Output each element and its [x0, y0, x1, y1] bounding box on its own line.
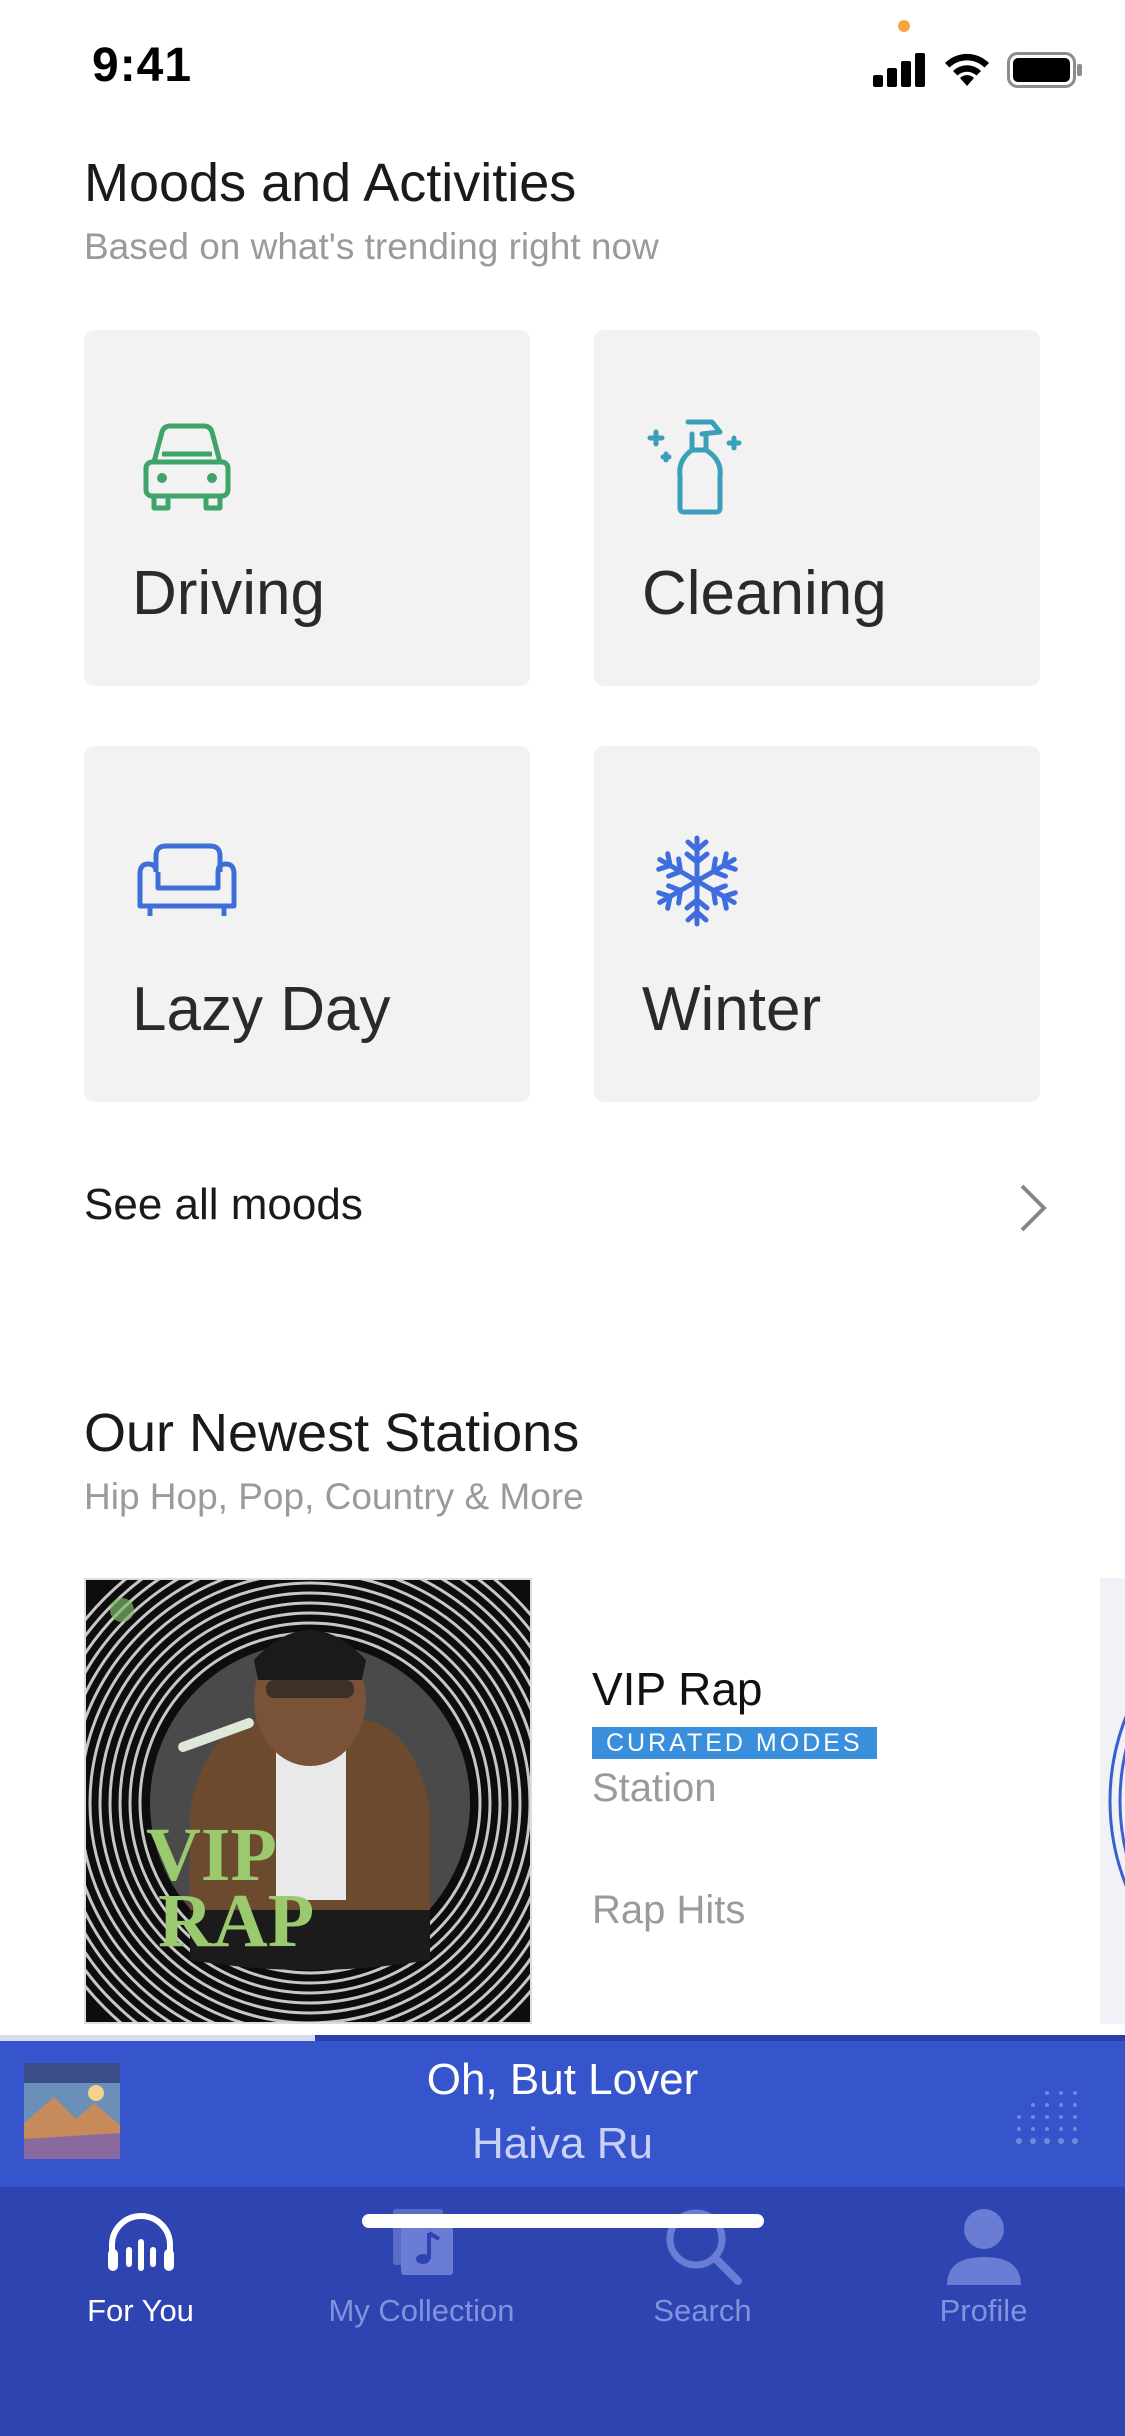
home-indicator[interactable]: [362, 2214, 764, 2228]
station-art-image: VIP RAP: [86, 1580, 530, 2022]
status-icons: [873, 50, 1083, 90]
now-playing-artist: Haiva Ru: [472, 2119, 653, 2168]
status-time: 9:41: [92, 39, 193, 92]
status-bar: 9:41: [0, 0, 1125, 130]
wifi-icon: [945, 53, 989, 86]
see-all-moods-label: See all moods: [84, 1180, 363, 1229]
now-playing-title: Oh, But Lover: [426, 2055, 699, 2104]
moods-title: Moods and Activities: [84, 153, 577, 213]
tab-my-collection[interactable]: My Collection: [281, 2187, 562, 2347]
battery-icon: [1007, 52, 1082, 88]
mood-tile-cleaning[interactable]: Cleaning: [594, 330, 1040, 686]
headphones-icon: [107, 2213, 174, 2271]
mood-label: Driving: [132, 559, 325, 628]
chevron-right-icon: [1020, 1184, 1047, 1232]
next-station-art-peek[interactable]: [1100, 1578, 1125, 2024]
station-title[interactable]: VIP Rap: [592, 1662, 762, 1716]
couch-icon: [137, 843, 237, 916]
snowflake-icon: [642, 835, 752, 936]
mood-label: Cleaning: [642, 559, 887, 628]
privacy-indicator-dot: [898, 20, 910, 32]
spray-bottle-icon: [647, 419, 742, 515]
cellular-signal-icon: [873, 53, 925, 87]
mood-tile-winter[interactable]: Winter: [594, 746, 1040, 1102]
stations-subtitle: Hip Hop, Pop, Country & More: [84, 1476, 584, 1517]
mood-label: Lazy Day: [132, 975, 391, 1044]
profile-icon: [946, 2209, 1021, 2285]
tab-label: For You: [87, 2293, 194, 2328]
art-text-rap: RAP: [158, 1879, 314, 1963]
mood-tile-driving[interactable]: Driving: [84, 330, 530, 686]
station-type: Station: [592, 1766, 717, 1810]
tab-search[interactable]: Search: [562, 2187, 843, 2347]
mood-tile-lazy-day[interactable]: Lazy Day: [84, 746, 530, 1102]
mini-player[interactable]: Oh, But Lover Haiva Ru: [0, 2041, 1125, 2187]
stations-title: Our Newest Stations: [84, 1403, 580, 1463]
tab-for-you[interactable]: For You: [0, 2187, 281, 2347]
moods-subtitle: Based on what's trending right now: [84, 226, 659, 267]
tab-label: Profile: [939, 2293, 1028, 2328]
curated-modes-badge: CURATED MODES: [592, 1727, 877, 1759]
station-art-vip-rap[interactable]: VIP RAP: [84, 1578, 532, 2024]
mood-label: Winter: [642, 975, 822, 1044]
see-all-moods-link[interactable]: See all moods: [84, 1172, 1054, 1242]
tab-label: Search: [653, 2293, 752, 2328]
car-icon: [143, 423, 231, 511]
equalizer-icon[interactable]: [1013, 2085, 1085, 2147]
tab-profile[interactable]: Profile: [843, 2187, 1124, 2347]
station-genre: Rap Hits: [592, 1888, 746, 1932]
tab-label: My Collection: [328, 2293, 515, 2328]
